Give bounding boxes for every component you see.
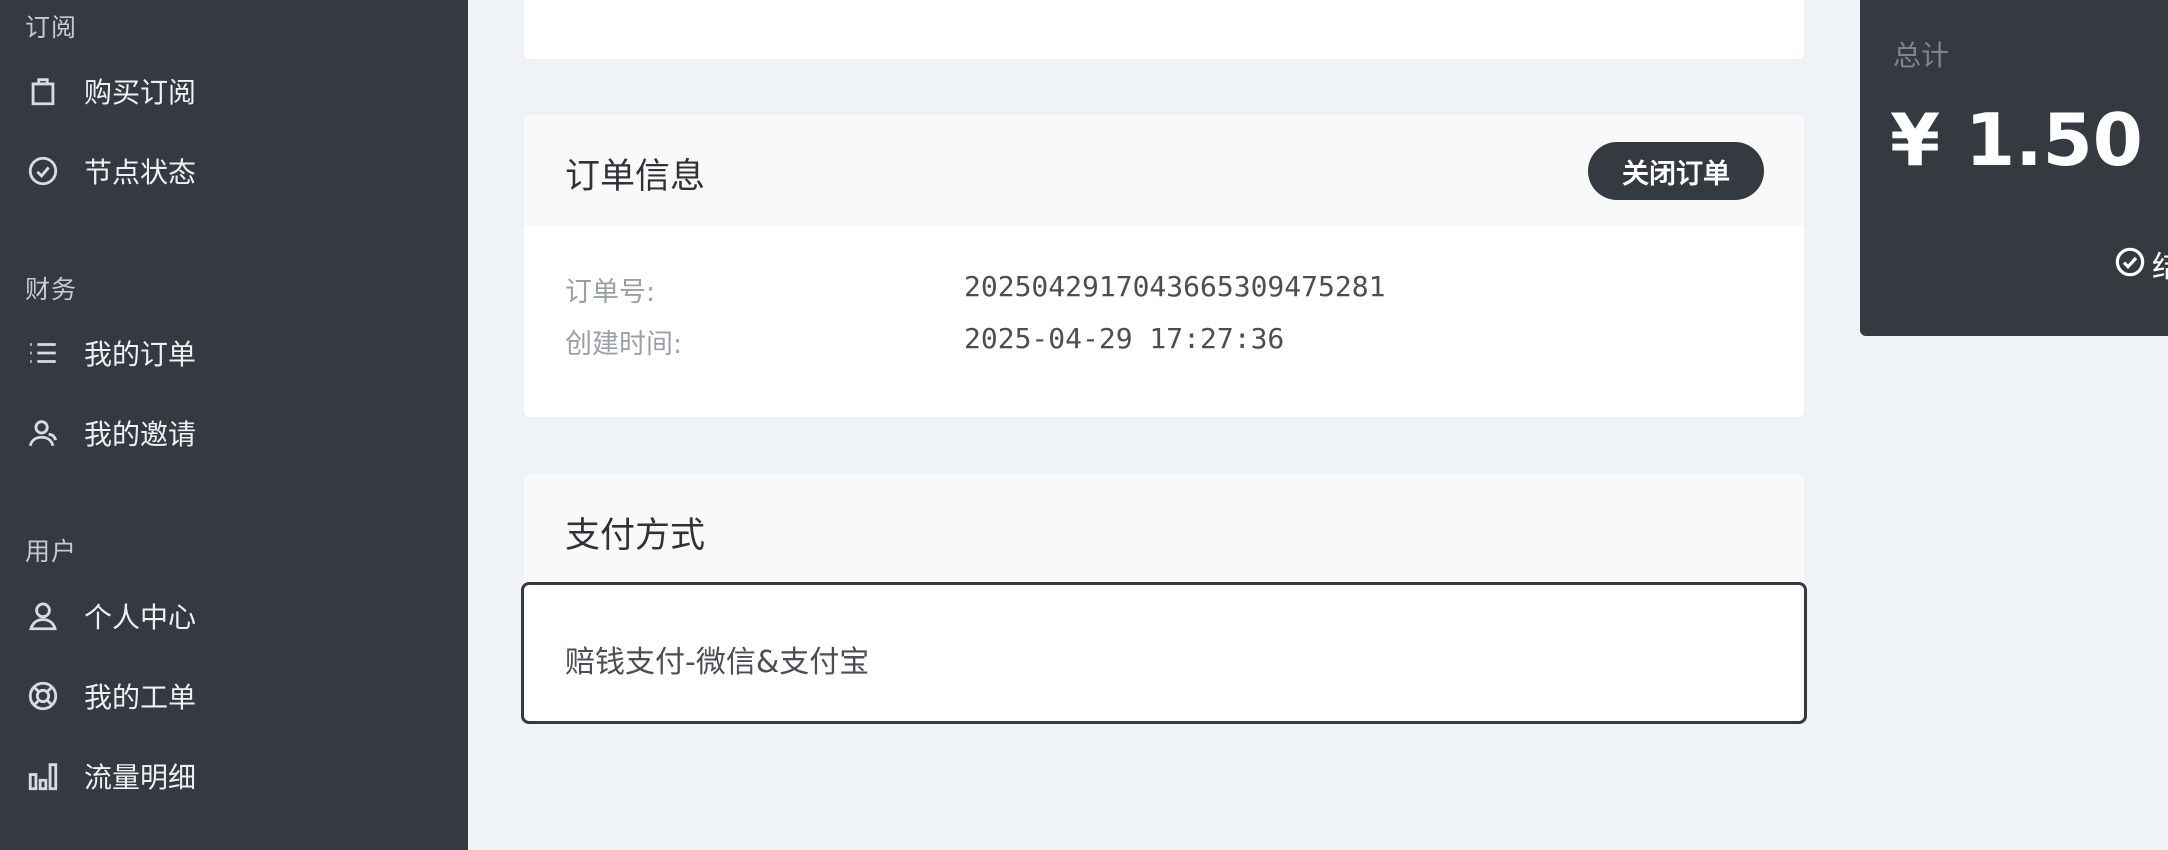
created-time-value: 2025-04-29 17:27:36 xyxy=(964,322,1285,355)
bar-chart-icon xyxy=(26,759,60,793)
order-info-title: 订单信息 xyxy=(565,157,706,197)
sidebar-item-node-status[interactable]: 节点状态 xyxy=(0,136,468,206)
order-number-label: 订单号: xyxy=(565,277,656,308)
user-icon xyxy=(26,599,60,633)
checkout-button-label[interactable]: 结 xyxy=(2152,242,2168,286)
sidebar-item-label: 个人中心 xyxy=(84,601,197,634)
summary-total-amount: ¥ 1.50 C xyxy=(1890,98,2168,182)
app-root: 订阅 购买订阅 节点状态 财务 我的订单 我的邀请 用户 个人中心 我的工单 流… xyxy=(0,0,2168,850)
sidebar-item-label: 我的邀请 xyxy=(84,418,197,451)
close-order-button[interactable]: 关闭订单 xyxy=(1588,142,1764,200)
sidebar-section-user: 用户 xyxy=(25,537,78,566)
payment-option-selected[interactable]: 赔钱支付-微信&支付宝 xyxy=(521,582,1807,724)
order-summary-panel: 总计 ¥ 1.50 C 结 xyxy=(1860,0,2168,336)
sidebar-item-label: 节点状态 xyxy=(84,156,197,189)
sidebar-item-buy-subscription[interactable]: 购买订阅 xyxy=(0,56,468,126)
shopping-bag-icon xyxy=(26,74,60,108)
sidebar-section-finance: 财务 xyxy=(25,275,78,304)
users-icon xyxy=(26,416,60,450)
sidebar-item-label: 流量明细 xyxy=(84,761,197,794)
sidebar: 订阅 购买订阅 节点状态 财务 我的订单 我的邀请 用户 个人中心 我的工单 流… xyxy=(0,0,468,850)
order-number-value: 2025042917043665309475281 xyxy=(964,270,1386,303)
payment-method-header: 支付方式 xyxy=(524,474,1804,585)
sidebar-item-label: 我的工单 xyxy=(84,681,197,714)
order-info-card: 订单信息 关闭订单 订单号: 2025042917043665309475281… xyxy=(524,115,1804,417)
sidebar-item-tickets[interactable]: 我的工单 xyxy=(0,661,468,731)
lifebuoy-icon xyxy=(26,679,60,713)
sidebar-item-my-orders[interactable]: 我的订单 xyxy=(0,318,468,388)
order-info-header: 订单信息 关闭订单 xyxy=(524,115,1804,226)
check-circle-icon xyxy=(26,154,60,188)
payment-option-label: 赔钱支付-微信&支付宝 xyxy=(565,645,870,680)
list-icon xyxy=(26,336,60,370)
sidebar-item-label: 购买订阅 xyxy=(84,76,197,109)
created-time-label: 创建时间: xyxy=(565,329,683,360)
sidebar-section-subscription: 订阅 xyxy=(25,13,78,42)
summary-title: 总计 xyxy=(1893,39,1950,72)
sidebar-item-traffic-details[interactable]: 流量明细 xyxy=(0,741,468,811)
check-circle-icon[interactable] xyxy=(2114,246,2146,278)
previous-card xyxy=(524,0,1804,59)
payment-method-title: 支付方式 xyxy=(565,516,706,556)
sidebar-item-label: 我的订单 xyxy=(84,338,197,371)
sidebar-item-my-invites[interactable]: 我的邀请 xyxy=(0,398,468,468)
sidebar-item-profile[interactable]: 个人中心 xyxy=(0,581,468,651)
payment-method-card: 支付方式 赔钱支付-微信&支付宝 xyxy=(521,474,1807,726)
